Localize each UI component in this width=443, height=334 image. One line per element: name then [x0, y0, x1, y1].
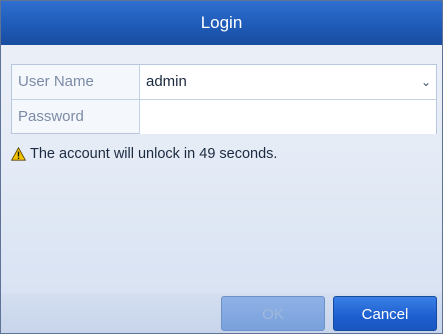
chevron-down-icon[interactable]: ⌄	[420, 65, 432, 99]
username-row: User Name admin ⌄	[12, 65, 436, 99]
login-form: User Name admin ⌄ Password	[11, 64, 437, 134]
login-dialog: Login User Name admin ⌄ Password The acc…	[0, 0, 443, 334]
password-row: Password	[12, 99, 436, 134]
warning-icon	[11, 147, 26, 161]
password-label: Password	[18, 108, 84, 125]
password-field[interactable]	[139, 100, 436, 134]
lockout-warning: The account will unlock in 49 seconds.	[11, 144, 277, 164]
ok-button[interactable]: OK	[221, 296, 325, 331]
warning-message: The account will unlock in 49 seconds.	[30, 146, 278, 162]
cancel-button[interactable]: Cancel	[333, 296, 437, 331]
dialog-title: Login	[1, 1, 442, 45]
username-value: admin	[146, 73, 187, 90]
username-label: User Name	[18, 73, 94, 90]
username-select[interactable]: admin ⌄	[139, 65, 436, 99]
